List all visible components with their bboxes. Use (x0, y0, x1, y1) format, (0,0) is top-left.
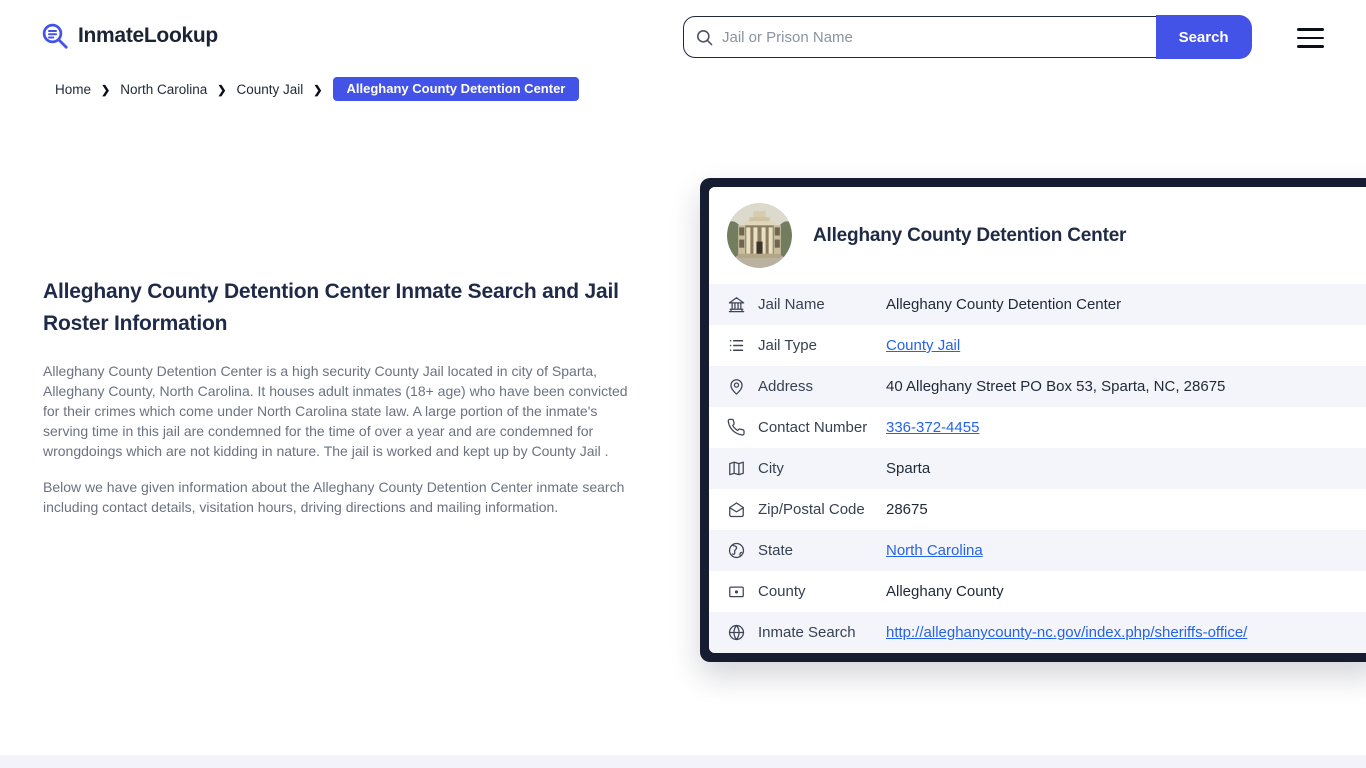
table-row: Contact Number336-372-4455 (709, 407, 1366, 448)
row-value: http://alleghanycounty-nc.gov/index.php/… (886, 624, 1247, 641)
row-value: Sparta (886, 460, 930, 477)
row-label: Jail Name (758, 296, 886, 313)
chevron-right-icon: ❯ (313, 83, 322, 96)
footer-strip (0, 755, 1366, 768)
breadcrumb-link[interactable]: Home (55, 82, 91, 97)
row-value-link[interactable]: North Carolina (886, 542, 983, 559)
row-label: Address (758, 378, 886, 395)
row-value: North Carolina (886, 542, 983, 559)
row-value-link[interactable]: County Jail (886, 337, 960, 354)
row-value-link[interactable]: http://alleghanycounty-nc.gov/index.php/… (886, 624, 1247, 641)
row-label: Zip/Postal Code (758, 501, 886, 518)
list-icon (727, 336, 746, 355)
page-title: Alleghany County Detention Center Inmate… (43, 276, 635, 340)
breadcrumb: Home ❯ North Carolina ❯ County Jail ❯ Alleghan… (55, 77, 579, 101)
table-row: Address40 Alleghany Street PO Box 53, Sp… (709, 366, 1366, 407)
jail-info-card: Alleghany County Detention Center Jail N… (700, 178, 1366, 662)
card-header: Alleghany County Detention Center (709, 187, 1366, 284)
card-title: Alleghany County Detention Center (813, 225, 1126, 247)
breadcrumb-current: Alleghany County Detention Center (333, 77, 580, 101)
brand-name: InmateLookup (78, 24, 218, 48)
breadcrumb-link[interactable]: North Carolina (120, 82, 207, 97)
jail-info-card-inner: Alleghany County Detention Center Jail N… (709, 187, 1366, 653)
info-paragraph: Below we have given information about th… (43, 477, 635, 517)
table-row: Jail NameAlleghany County Detention Cent… (709, 284, 1366, 325)
search-button[interactable]: Search (1156, 15, 1252, 58)
row-value: Alleghany County (886, 583, 1004, 600)
page: InmateLookup Search Home ❯ North Carolina ❯… (0, 0, 1366, 768)
row-value: Alleghany County Detention Center (886, 296, 1121, 313)
table-row: StateNorth Carolina (709, 530, 1366, 571)
row-value-link[interactable]: 336-372-4455 (886, 419, 979, 436)
row-label: Inmate Search (758, 624, 886, 641)
chevron-right-icon: ❯ (217, 83, 226, 96)
search-icon (695, 28, 714, 47)
row-label: Contact Number (758, 419, 886, 436)
intro-paragraph: Alleghany County Detention Center is a h… (43, 361, 635, 461)
row-value: 28675 (886, 501, 928, 518)
menu-icon[interactable] (1297, 28, 1324, 48)
article: Alleghany County Detention Center Inmate… (43, 276, 635, 517)
row-value: 40 Alleghany Street PO Box 53, Sparta, N… (886, 378, 1225, 395)
table-row: CountyAlleghany County (709, 571, 1366, 612)
brand-logo[interactable]: InmateLookup (40, 21, 218, 51)
map-pin-icon (727, 377, 746, 396)
chevron-right-icon: ❯ (101, 83, 110, 96)
row-label: City (758, 460, 886, 477)
table-row: Zip/Postal Code28675 (709, 489, 1366, 530)
envelope-open-icon (727, 500, 746, 519)
row-label: Jail Type (758, 337, 886, 354)
jail-photo (727, 203, 792, 268)
breadcrumb-link[interactable]: County Jail (237, 82, 304, 97)
map-icon (727, 459, 746, 478)
jail-info-table: Jail NameAlleghany County Detention Cent… (709, 284, 1366, 653)
globe-icon (727, 623, 746, 642)
row-value: County Jail (886, 337, 960, 354)
phone-icon (727, 418, 746, 437)
table-row: Inmate Searchhttp://alleghanycounty-nc.g… (709, 612, 1366, 653)
globe-americas-icon (727, 541, 746, 560)
table-row: Jail TypeCounty Jail (709, 325, 1366, 366)
row-label: State (758, 542, 886, 559)
table-row: CitySparta (709, 448, 1366, 489)
inmatelookup-magnifier-icon (40, 21, 70, 51)
county-map-icon (727, 582, 746, 601)
row-label: County (758, 583, 886, 600)
search-bar: Search (683, 16, 1251, 58)
bank-icon (727, 295, 746, 314)
row-value: 336-372-4455 (886, 419, 979, 436)
